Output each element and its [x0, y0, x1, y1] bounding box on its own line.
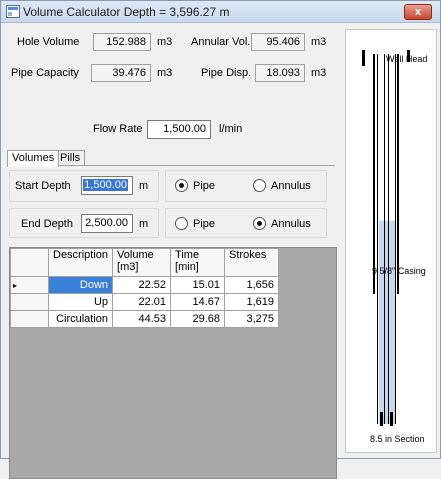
end-depth-input[interactable]: 2,500.00 — [81, 214, 133, 233]
volume-calculator-window: Volume Calculator Depth = 3,596.27 m x H… — [0, 0, 441, 479]
end-pipe-label: Pipe — [193, 218, 216, 230]
well-head-left — [362, 50, 365, 66]
results-table: Description Volume [m3] Time [min] Strok… — [10, 248, 280, 328]
pipe-capacity-unit: m3 — [157, 67, 173, 79]
table-row[interactable]: ▸ Down 22.52 15.01 1,656 — [10, 276, 280, 294]
hole-volume-field: 152.988 — [93, 33, 151, 51]
hole-right-wall — [395, 54, 396, 424]
drill-pipe-left — [384, 54, 385, 424]
end-pipe-radio[interactable] — [175, 217, 188, 230]
cell-time[interactable]: 29.68 — [170, 310, 226, 328]
start-depth-input[interactable]: 1,500.00 — [81, 176, 133, 195]
pipe-disp-label: Pipe Disp. — [201, 67, 252, 79]
pipe-disp-unit: m3 — [311, 67, 327, 79]
end-depth-label: End Depth — [21, 218, 73, 230]
title-bar[interactable]: Volume Calculator Depth = 3,596.27 m x — [1, 1, 440, 23]
flow-rate-label: Flow Rate — [93, 123, 143, 135]
col-strokes[interactable]: Strokes — [224, 248, 280, 277]
start-pipe-label: Pipe — [193, 180, 216, 192]
results-grid[interactable]: Description Volume [m3] Time [min] Strok… — [9, 247, 337, 479]
row-selector[interactable] — [10, 293, 49, 311]
start-annulus-label: Annulus — [271, 180, 311, 192]
grid-header-row: Description Volume [m3] Time [min] Strok… — [10, 248, 280, 277]
hole-volume-label: Hole Volume — [17, 36, 80, 48]
volumes-tab-panel: Start Depth 1,500.00 m Pipe Annulus End … — [7, 165, 335, 238]
col-description[interactable]: Description — [47, 248, 114, 277]
cell-strokes[interactable]: 1,656 — [224, 276, 280, 294]
pipe-disp-field: 18.093 — [255, 64, 305, 82]
wellbore-drawing — [362, 50, 410, 426]
current-row-marker: ▸ — [13, 281, 18, 290]
cell-description[interactable]: Up — [47, 293, 114, 311]
cell-description[interactable]: Down — [47, 276, 114, 294]
cell-description[interactable]: Circulation — [47, 310, 114, 328]
tab-volumes[interactable]: Volumes — [7, 150, 60, 167]
row-selector[interactable] — [10, 310, 49, 328]
end-annulus-radio[interactable] — [253, 217, 266, 230]
start-depth-label: Start Depth — [15, 180, 71, 192]
col-time[interactable]: Time [min] — [170, 248, 226, 277]
cell-time[interactable]: 14.67 — [170, 293, 226, 311]
hole-left-wall — [377, 54, 378, 424]
table-row[interactable]: Circulation 44.53 29.68 3,275 — [10, 310, 280, 328]
window-title: Volume Calculator Depth = 3,596.27 m — [23, 5, 230, 19]
annular-vol-field: 95.406 — [251, 33, 305, 51]
end-annulus-label: Annulus — [271, 218, 311, 230]
cell-volume[interactable]: 44.53 — [112, 310, 172, 328]
start-pipe-radio[interactable] — [175, 179, 188, 192]
close-button[interactable]: x — [404, 4, 432, 20]
end-depth-unit: m — [139, 218, 149, 230]
annular-vol-label: Annular Vol. — [191, 36, 251, 48]
cell-volume[interactable]: 22.52 — [112, 276, 172, 294]
start-depth-unit: m — [139, 180, 149, 192]
pipe-capacity-label: Pipe Capacity — [11, 67, 79, 79]
bit-right — [390, 412, 393, 426]
cell-volume[interactable]: 22.01 — [112, 293, 172, 311]
annular-vol-unit: m3 — [311, 36, 327, 48]
hole-volume-unit: m3 — [157, 36, 173, 48]
cell-strokes[interactable]: 3,275 — [224, 310, 280, 328]
row-selector-current[interactable]: ▸ — [10, 276, 49, 294]
start-annulus-radio[interactable] — [253, 179, 266, 192]
casing-left-wall — [373, 54, 375, 294]
row-header-corner — [10, 248, 49, 277]
annulus-fluid — [379, 220, 395, 424]
app-icon — [6, 5, 20, 18]
drill-pipe-right — [388, 54, 389, 424]
cell-strokes[interactable]: 1,619 — [224, 293, 280, 311]
well-head-label: Well Head — [386, 54, 428, 64]
flow-rate-input[interactable]: 1,500.00 — [147, 120, 211, 139]
casing-label: 9 5/8" Casing — [372, 266, 426, 276]
bit-left — [380, 412, 383, 426]
start-depth-value: 1,500.00 — [83, 179, 128, 191]
tab-pills[interactable]: Pills — [55, 150, 86, 166]
flow-rate-unit: l/min — [219, 123, 243, 135]
casing-right-wall — [397, 54, 399, 294]
section-label: 8.5 in Section — [370, 434, 425, 444]
cell-time[interactable]: 15.01 — [170, 276, 226, 294]
table-row[interactable]: Up 22.01 14.67 1,619 — [10, 293, 280, 311]
wellbore-schematic: Well Head 9 5/8" Casing 8.5 in Section — [345, 29, 437, 453]
pipe-capacity-field: 39.476 — [91, 64, 151, 82]
col-volume[interactable]: Volume [m3] — [112, 248, 172, 277]
